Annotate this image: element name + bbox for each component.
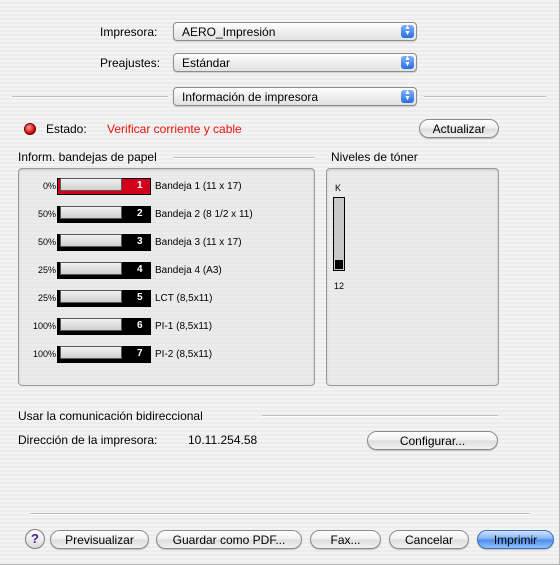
tray-name: PI-2 (8,5x11) <box>155 349 213 360</box>
save-pdf-button[interactable]: Guardar como PDF... <box>156 530 302 549</box>
tray-name: Bandeja 4 (A3) <box>155 265 222 276</box>
panel-value: Información de impresora <box>182 90 319 104</box>
tray-name: Bandeja 2 (8 1/2 x 11) <box>155 209 253 220</box>
tray-number: 1 <box>137 180 143 191</box>
separator <box>262 415 498 417</box>
tray-paper-icon <box>60 234 122 247</box>
tray-number: 4 <box>137 264 143 275</box>
tray-list: 0% 1 Bandeja 1 (11 x 17) 50% 2 Bandeja 2 (8 1… <box>19 177 309 377</box>
toner-color-label: K <box>335 183 342 193</box>
tray-row: 100% 7 PI-2 (8,5x11) <box>19 345 319 365</box>
tray-percent: 25% <box>37 293 56 303</box>
trays-title: Inform. bandejas de papel <box>18 150 157 164</box>
tray-row: 50% 3 Bandeja 3 (11 x 17) <box>19 233 319 253</box>
status-message: Verificar corriente y cable <box>107 122 242 136</box>
tray-number: 6 <box>137 320 143 331</box>
separator <box>424 96 546 98</box>
tray-row: 0% 1 Bandeja 1 (11 x 17) <box>19 177 319 197</box>
printer-label: Impresora: <box>100 25 158 39</box>
print-button[interactable]: Imprimir <box>477 530 554 549</box>
help-icon[interactable]: ? <box>25 529 45 549</box>
bidirectional-title: Usar la comunicación bidireccional <box>18 409 203 423</box>
separator <box>173 157 315 159</box>
toner-fill <box>335 260 343 269</box>
tray-name: PI-1 (8,5x11) <box>155 321 213 332</box>
popup-arrows-icon: ▲ ▼ <box>401 89 414 103</box>
refresh-button[interactable]: Actualizar <box>419 119 499 138</box>
address-value: 10.11.254.58 <box>188 433 258 447</box>
cancel-button[interactable]: Cancelar <box>389 530 469 549</box>
tray-paper-icon <box>60 262 122 275</box>
tray-number: 2 <box>137 208 143 219</box>
address-label: Dirección de la impresora: <box>18 433 158 447</box>
tray-percent: 100% <box>32 349 56 359</box>
toner-gauge <box>333 197 345 271</box>
presets-label: Preajustes: <box>100 56 161 70</box>
tray-number: 3 <box>137 236 143 247</box>
tray-percent: 50% <box>37 209 56 219</box>
tray-name: Bandeja 3 (11 x 17) <box>155 237 242 248</box>
tray-number: 5 <box>137 292 143 303</box>
tray-row: 100% 6 PI-1 (8,5x11) <box>19 317 319 337</box>
printer-select[interactable]: AERO_Impresión ▲ ▼ <box>173 22 417 41</box>
tray-number: 7 <box>137 348 143 359</box>
tray-percent: 100% <box>32 321 56 331</box>
configure-button[interactable]: Configurar... <box>367 431 498 450</box>
trays-panel: 0% 1 Bandeja 1 (11 x 17) 50% 2 Bandeja 2 (8 1… <box>18 168 315 386</box>
print-dialog: Impresora: AERO_Impresión ▲ ▼ Preajustes:… <box>0 0 560 565</box>
tray-row: 25% 5 LCT (8,5x11) <box>19 289 319 309</box>
fax-button[interactable]: Fax... <box>310 530 381 549</box>
tray-name: Bandeja 1 (11 x 17) <box>155 181 242 192</box>
presets-value: Estándar <box>182 56 231 70</box>
status-led-icon <box>24 123 36 135</box>
tray-paper-icon <box>60 290 122 303</box>
tray-paper-icon <box>60 206 122 219</box>
separator <box>30 513 530 515</box>
toner-panel: K 12 <box>326 168 499 386</box>
tray-row: 50% 2 Bandeja 2 (8 1/2 x 11) <box>19 205 319 225</box>
printer-value: AERO_Impresión <box>182 25 276 39</box>
tray-paper-icon <box>60 318 122 331</box>
popup-arrows-icon: ▲ ▼ <box>401 24 414 38</box>
tray-name: LCT (8,5x11) <box>155 293 213 304</box>
tray-percent: 50% <box>37 237 56 247</box>
preview-button[interactable]: Previsualizar <box>50 530 149 549</box>
tray-paper-icon <box>60 346 122 359</box>
tray-percent: 25% <box>37 265 56 275</box>
tray-row: 25% 4 Bandeja 4 (A3) <box>19 261 319 281</box>
separator <box>12 96 168 98</box>
tray-paper-icon <box>60 178 122 191</box>
presets-select[interactable]: Estándar ▲ ▼ <box>173 53 417 72</box>
tray-percent: 0% <box>42 181 56 191</box>
toner-title: Niveles de tóner <box>331 150 418 164</box>
panel-select[interactable]: Información de impresora ▲ ▼ <box>173 87 417 106</box>
popup-arrows-icon: ▲ ▼ <box>401 55 414 69</box>
status-label: Estado: <box>46 122 87 136</box>
toner-value: 12 <box>334 281 345 291</box>
